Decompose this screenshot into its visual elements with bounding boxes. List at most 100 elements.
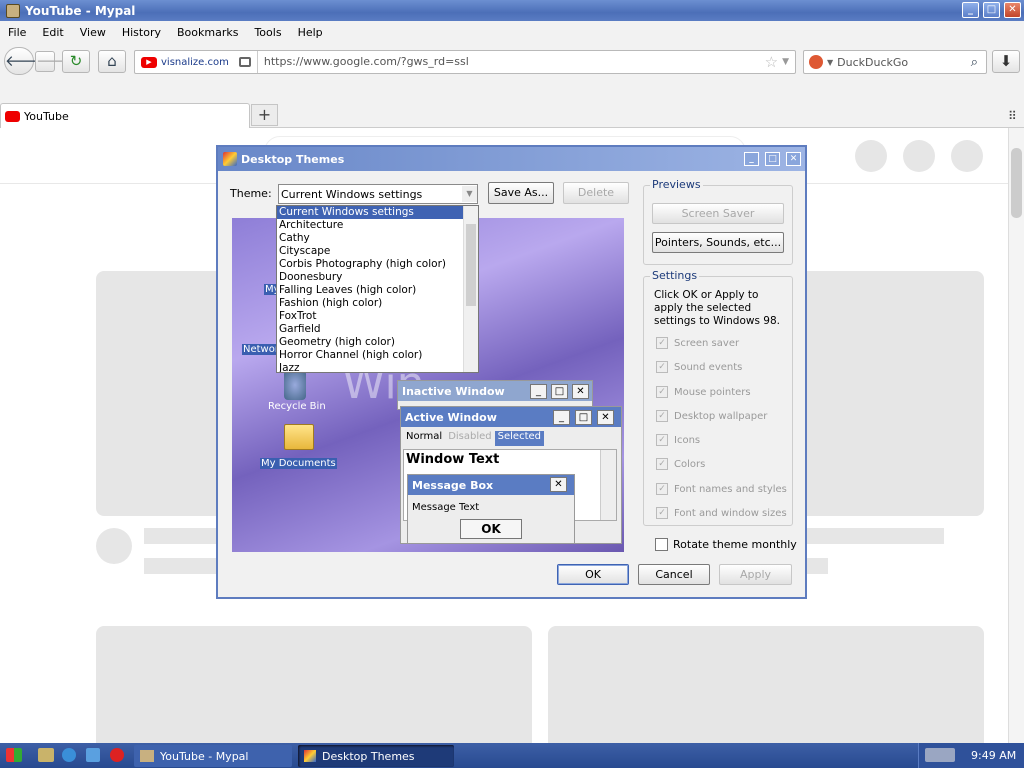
- theme-option[interactable]: Doonesbury: [277, 271, 478, 284]
- ok-button[interactable]: OK: [557, 564, 629, 585]
- reload-icon[interactable]: ↻: [62, 50, 90, 73]
- dropdown-scroll-thumb[interactable]: [466, 224, 476, 306]
- checkbox-font-sizes[interactable]: ✓ Font and window sizes: [656, 507, 787, 519]
- search-icon[interactable]: ⌕: [971, 55, 978, 70]
- new-tab-button[interactable]: +: [251, 104, 278, 126]
- window-text: Window Text: [406, 452, 500, 467]
- menu-file[interactable]: File: [0, 26, 34, 39]
- theme-option[interactable]: Falling Leaves (high color): [277, 284, 478, 297]
- recycle-bin-icon: [284, 370, 306, 400]
- menu-help[interactable]: Help: [290, 26, 331, 39]
- theme-dropdown-list[interactable]: Current Windows settings Architecture Ca…: [276, 205, 479, 373]
- theme-option[interactable]: Garfield: [277, 323, 478, 336]
- opera-icon[interactable]: [110, 748, 124, 762]
- checkbox-box[interactable]: [655, 538, 668, 551]
- recycle-bin-label: Recycle Bin: [268, 401, 326, 412]
- pointers-sounds-button[interactable]: Pointers, Sounds, etc...: [652, 232, 784, 253]
- dialog-minimize-button[interactable]: _: [744, 152, 759, 166]
- screen-saver-button[interactable]: Screen Saver: [652, 203, 784, 224]
- network-desktop-icon: Networ: [242, 344, 280, 355]
- checkbox-screen-saver[interactable]: ✓ Screen saver: [656, 337, 739, 349]
- theme-option[interactable]: Cityscape: [277, 245, 478, 258]
- checkbox-icons[interactable]: ✓ Icons: [656, 434, 700, 446]
- theme-option[interactable]: Horror Channel (high color): [277, 349, 478, 362]
- page-scrollbar[interactable]: [1008, 128, 1024, 743]
- theme-option[interactable]: Fashion (high color): [277, 297, 478, 310]
- avatar-skeleton: [855, 140, 887, 172]
- rotate-theme-checkbox[interactable]: Rotate theme monthly: [655, 538, 797, 551]
- maximize-button[interactable]: □: [983, 2, 1000, 18]
- home-icon[interactable]: ⌂: [98, 50, 126, 73]
- download-icon[interactable]: ⬇: [992, 50, 1020, 73]
- theme-option[interactable]: Cathy: [277, 232, 478, 245]
- dialog-title: Desktop Themes: [241, 152, 345, 166]
- apply-button[interactable]: Apply: [719, 564, 792, 585]
- theme-option[interactable]: Architecture: [277, 219, 478, 232]
- search-engine-dropdown-icon[interactable]: ▼: [827, 58, 833, 67]
- avatar-skeleton: [951, 140, 983, 172]
- bookmark-star-icon[interactable]: ☆: [761, 53, 782, 71]
- tab-youtube[interactable]: YouTube: [0, 103, 250, 128]
- maximize-icon: □: [551, 384, 568, 399]
- taskbar-item-desktop-themes[interactable]: Desktop Themes: [298, 745, 454, 767]
- dialog-close-button[interactable]: ✕: [786, 152, 801, 166]
- dropdown-scrollbar[interactable]: [463, 206, 478, 372]
- tray-icons[interactable]: [925, 748, 955, 762]
- ie-icon[interactable]: [62, 748, 76, 762]
- video-skeleton: [548, 626, 984, 743]
- checkbox-colors[interactable]: ✓ Colors: [656, 458, 705, 470]
- theme-option[interactable]: Corbis Photography (high color): [277, 258, 478, 271]
- forward-arrow-icon[interactable]: 🡒: [35, 51, 76, 72]
- delete-button[interactable]: Delete: [563, 182, 629, 204]
- back-arrow-icon[interactable]: 🡐: [4, 47, 45, 75]
- mypal-icon: [140, 750, 154, 762]
- theme-option[interactable]: Jazz: [277, 362, 478, 372]
- scrollbar-thumb[interactable]: [1011, 148, 1022, 218]
- tab-list-icon[interactable]: ⠿: [1008, 109, 1017, 123]
- theme-option[interactable]: FoxTrot: [277, 310, 478, 323]
- quicklaunch-icon[interactable]: [86, 748, 100, 762]
- search-bar[interactable]: ▼ DuckDuckGo ⌕: [803, 50, 987, 74]
- theme-select[interactable]: Current Windows settings ▼: [278, 184, 478, 204]
- menu-history[interactable]: History: [114, 26, 169, 39]
- theme-option[interactable]: Current Windows settings: [277, 206, 478, 219]
- checkbox-font-names[interactable]: ✓ Font names and styles: [656, 483, 787, 495]
- menu-selected: Selected: [494, 431, 544, 446]
- menu-tools[interactable]: Tools: [246, 26, 289, 39]
- url-dropdown-icon[interactable]: ▼: [782, 57, 795, 67]
- close-button[interactable]: ✕: [1004, 2, 1021, 18]
- minimize-icon: _: [553, 410, 570, 425]
- url-bar[interactable]: ▶ visnalize.com https://www.google.com/?…: [134, 50, 796, 74]
- mypal-icon: [6, 3, 20, 18]
- theme-select-value: Current Windows settings: [281, 187, 423, 201]
- settings-group: Settings Click OK or Apply to apply the …: [643, 269, 793, 526]
- checkbox-desktop-wallpaper[interactable]: ✓ Desktop wallpaper: [656, 410, 767, 422]
- checkbox-sound-events[interactable]: ✓ Sound events: [656, 361, 742, 373]
- site-identity[interactable]: visnalize.com: [161, 57, 233, 68]
- quicklaunch-icon[interactable]: [38, 748, 54, 762]
- search-input[interactable]: DuckDuckGo: [837, 56, 971, 69]
- taskbar: YouTube - Mypal Desktop Themes 9:49 AM: [0, 743, 1024, 768]
- menu-view[interactable]: View: [72, 26, 114, 39]
- dialog-maximize-button[interactable]: □: [765, 152, 780, 166]
- minimize-icon: _: [530, 384, 547, 399]
- menu-disabled: Disabled: [448, 431, 492, 442]
- close-icon: ✕: [550, 477, 567, 492]
- checkbox-mouse-pointers[interactable]: ✓ Mouse pointers: [656, 386, 751, 398]
- channel-avatar-skeleton: [96, 528, 132, 564]
- chevron-down-icon[interactable]: ▼: [462, 186, 477, 202]
- start-button[interactable]: [6, 748, 22, 762]
- taskbar-item-mypal[interactable]: YouTube - Mypal: [134, 745, 292, 767]
- theme-option[interactable]: Geometry (high color): [277, 336, 478, 349]
- minimize-button[interactable]: _: [962, 2, 979, 18]
- settings-group-label: Settings: [650, 269, 700, 282]
- menu-edit[interactable]: Edit: [34, 26, 71, 39]
- save-as-button[interactable]: Save As...: [488, 182, 554, 204]
- message-text: Message Text: [412, 502, 480, 513]
- previews-group-label: Previews: [650, 178, 703, 191]
- cancel-button[interactable]: Cancel: [638, 564, 710, 585]
- menu-normal: Normal: [406, 431, 443, 442]
- browser-title: YouTube - Mypal: [25, 3, 136, 18]
- menu-bookmarks[interactable]: Bookmarks: [169, 26, 246, 39]
- url-input[interactable]: https://www.google.com/?gws_rd=ssl: [256, 51, 761, 73]
